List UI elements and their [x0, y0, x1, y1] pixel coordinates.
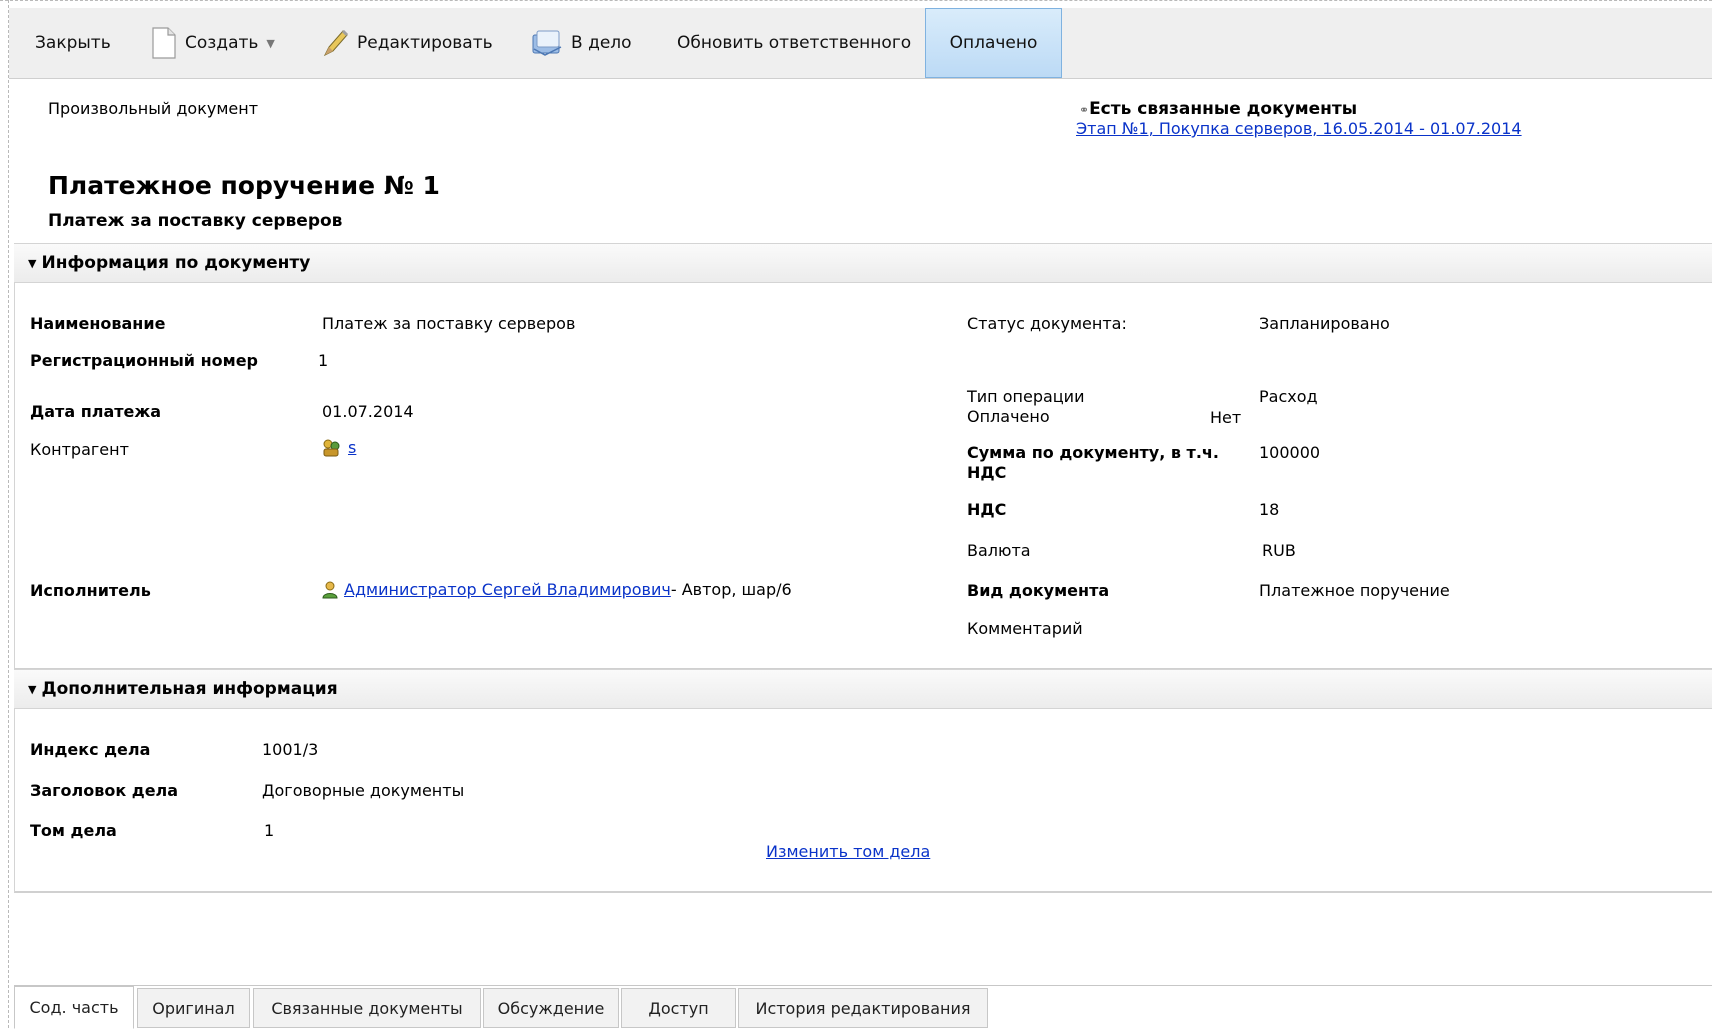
collapse-triangle-icon: ▼: [28, 256, 37, 270]
update-responsible-label: Обновить ответственного: [677, 33, 912, 53]
link-chain-icon: ⚭: [1079, 103, 1090, 117]
bottom-tab-bar: Сод. часть Оригинал Связанные документы …: [14, 985, 1712, 1029]
document-type-label: Произвольный документ: [48, 99, 259, 118]
currency-value: RUB: [1262, 541, 1296, 560]
paydate-label: Дата платежа: [30, 402, 162, 421]
executor-role: - Автор, шар/6: [670, 580, 792, 599]
paid-button[interactable]: Оплачено: [925, 8, 1062, 78]
executor-field: Администратор Сергей Владимирович - Авто…: [322, 580, 792, 599]
related-documents-title: Есть связанные документы: [1089, 99, 1358, 119]
user-icon: [322, 581, 338, 598]
update-responsible-button[interactable]: Обновить ответственного: [677, 8, 911, 78]
doctype-value: Платежное поручение: [1259, 581, 1450, 600]
executor-link[interactable]: Администратор Сергей Владимирович: [344, 580, 671, 599]
create-button-label: Создать: [185, 33, 259, 53]
tab-content-label: Сод. часть: [29, 998, 119, 1017]
case-title-label: Заголовок дела: [30, 781, 179, 800]
to-case-button[interactable]: В дело: [531, 8, 632, 78]
vat-value: 18: [1259, 500, 1280, 519]
pencil-icon: [323, 29, 349, 57]
case-title-value: Договорные документы: [262, 781, 465, 800]
page-subtitle: Платеж за поставку серверов: [48, 211, 343, 231]
doctype-label: Вид документа: [967, 581, 1110, 600]
currency-label: Валюта: [967, 541, 1031, 560]
edit-button-label: Редактировать: [357, 33, 493, 53]
counterparty-link[interactable]: s: [348, 438, 356, 457]
regnum-label: Регистрационный номер: [30, 351, 259, 370]
create-button[interactable]: Создать ▼: [151, 8, 275, 78]
counterparty-label: Контрагент: [30, 440, 129, 459]
extra-info-section-title: Дополнительная информация: [41, 679, 338, 699]
paydate-value: 01.07.2014: [322, 402, 414, 421]
name-label: Наименование: [30, 314, 166, 333]
case-folder-icon: [532, 30, 562, 56]
document-info-section-header[interactable]: ▼ Информация по документу: [14, 243, 1712, 283]
optype-value: Расход: [1259, 387, 1318, 406]
tab-discussion[interactable]: Обсуждение: [483, 988, 619, 1028]
collapse-triangle-icon: ▼: [28, 682, 37, 696]
extra-info-section-header[interactable]: ▼ Дополнительная информация: [14, 669, 1712, 709]
related-documents-heading: ⚭Есть связанные документы: [1079, 99, 1357, 119]
tab-content[interactable]: Сод. часть: [14, 986, 134, 1029]
case-volume-label: Том дела: [30, 821, 117, 840]
toolbar: Закрыть Создать ▼ Редактировать В дело О…: [9, 8, 1712, 79]
document-icon: [152, 27, 176, 59]
edit-button[interactable]: Редактировать: [321, 8, 493, 78]
change-volume-link[interactable]: Изменить том дела: [766, 842, 930, 861]
extra-info-section: [14, 709, 1712, 893]
tab-related-documents[interactable]: Связанные документы: [253, 988, 481, 1028]
document-info-section-title: Информация по документу: [41, 253, 311, 273]
case-volume-value: 1: [264, 821, 275, 840]
optype-label: Тип операции: [967, 387, 1085, 406]
paid-button-label: Оплачено: [949, 33, 1038, 53]
page-title: Платежное поручение № 1: [48, 171, 440, 200]
name-value: Платеж за поставку серверов: [322, 314, 576, 333]
vat-label: НДС: [967, 500, 1007, 519]
organization-icon: [323, 439, 340, 456]
paid-label: Оплачено: [967, 407, 1050, 426]
status-label: Статус документа:: [967, 314, 1127, 333]
tab-original[interactable]: Оригинал: [137, 988, 250, 1028]
related-document-link[interactable]: Этап №1, Покупка серверов, 16.05.2014 - …: [1076, 119, 1522, 138]
comment-label: Комментарий: [967, 619, 1083, 638]
paid-value: Нет: [1210, 408, 1242, 427]
regnum-value: 1: [318, 351, 329, 370]
sum-label-line1: Сумма по документу, в т.ч.: [967, 443, 1219, 462]
chevron-down-icon: ▼: [266, 36, 275, 50]
status-value: Запланировано: [1259, 314, 1390, 333]
tab-edit-history-label: История редактирования: [755, 998, 971, 1018]
tab-related-documents-label: Связанные документы: [271, 998, 463, 1018]
close-button-label: Закрыть: [35, 33, 111, 53]
to-case-button-label: В дело: [571, 33, 632, 53]
tab-access-label: Доступ: [648, 998, 709, 1018]
case-index-value: 1001/3: [262, 740, 319, 759]
tab-edit-history[interactable]: История редактирования: [738, 988, 988, 1028]
sum-label-line2: НДС: [967, 463, 1007, 482]
sum-value: 100000: [1259, 443, 1321, 462]
close-button[interactable]: Закрыть: [35, 8, 111, 78]
counterparty-field: s: [322, 438, 356, 457]
frame-top-border: [0, 0, 1712, 1]
executor-label: Исполнитель: [30, 581, 151, 600]
tab-access[interactable]: Доступ: [621, 988, 736, 1028]
document-info-section: [14, 283, 1712, 670]
frame-left-border: [8, 0, 9, 1028]
case-index-label: Индекс дела: [30, 740, 151, 759]
tab-discussion-label: Обсуждение: [497, 998, 605, 1018]
tab-original-label: Оригинал: [152, 998, 235, 1018]
